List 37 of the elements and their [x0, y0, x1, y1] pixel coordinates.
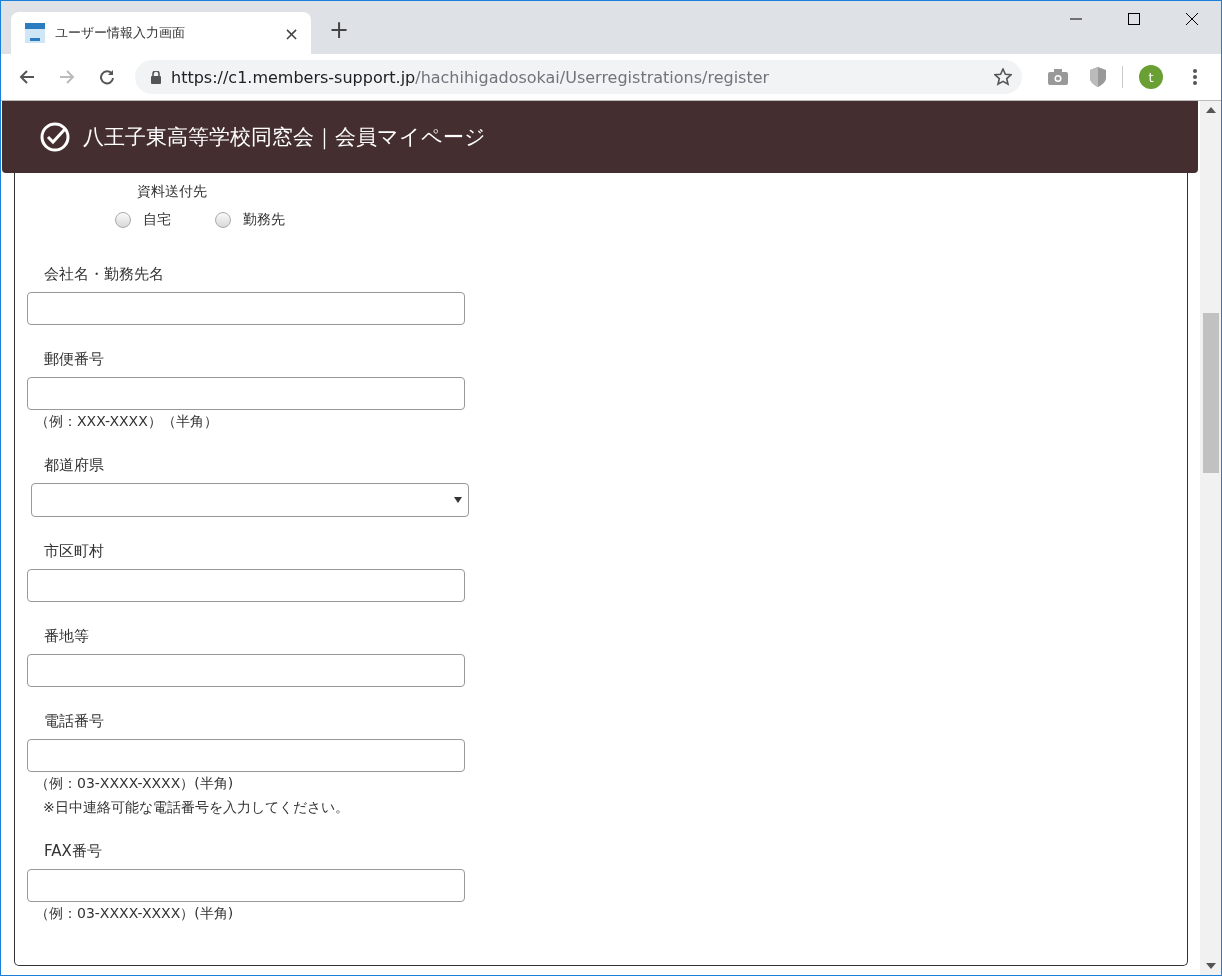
favicon-icon: [25, 23, 45, 43]
input-field[interactable]: [27, 869, 465, 902]
field-label: 資料送付先: [137, 183, 207, 201]
field-label: 郵便番号: [44, 350, 104, 369]
scrollbar-thumb[interactable]: [1202, 313, 1219, 473]
scrollbar[interactable]: [1200, 101, 1221, 975]
check-circle-icon: [39, 121, 71, 153]
site-title: 八王子東高等学校同窓会｜会員マイページ: [83, 124, 486, 151]
tab-close-button[interactable]: ×: [283, 22, 299, 44]
lock-icon: [151, 70, 161, 84]
caret-icon: [454, 497, 462, 503]
example-hint: （例：03-XXXX-XXXX）(半角): [35, 775, 234, 793]
field-label: 番地等: [44, 627, 89, 646]
tab-title: ユーザー情報入力画面: [55, 24, 186, 42]
example-hint: （例：03-XXXX-XXXX）(半角): [35, 905, 234, 923]
field-label: 都道府県: [44, 456, 104, 475]
radio-option[interactable]: 勤務先: [215, 211, 285, 229]
field-label: 電話番号: [44, 712, 104, 731]
input-field[interactable]: [27, 739, 465, 772]
field-label: FAX番号: [44, 842, 102, 861]
field-label: 会社名・勤務先名: [44, 265, 164, 284]
select-field[interactable]: [31, 483, 469, 517]
example-hint: （例：XXX-XXXX）（半角）: [35, 413, 218, 431]
scroll-down-icon[interactable]: [1205, 963, 1216, 969]
input-field[interactable]: [27, 377, 465, 410]
field-label: 市区町村: [44, 542, 104, 561]
url-text: https://c1.members-support.jp/hachihigadosokai/Userregistrations/register: [171, 67, 771, 87]
radio-option[interactable]: 自宅: [115, 211, 171, 229]
input-field[interactable]: [27, 654, 465, 687]
input-field[interactable]: [27, 292, 465, 325]
note-text: ※日中連絡可能な電話番号を入力してください。: [43, 799, 349, 817]
address-bar[interactable]: https://c1.members-support.jp/hachihigadosokai/Userregistrations/register: [135, 60, 1022, 94]
new-tab-button[interactable]: +: [329, 15, 350, 44]
star-icon[interactable]: [994, 68, 1012, 86]
browser-tab[interactable]: ユーザー情報入力画面 ×: [11, 12, 311, 54]
scroll-up-icon[interactable]: [1205, 107, 1216, 113]
input-field[interactable]: [27, 569, 465, 602]
